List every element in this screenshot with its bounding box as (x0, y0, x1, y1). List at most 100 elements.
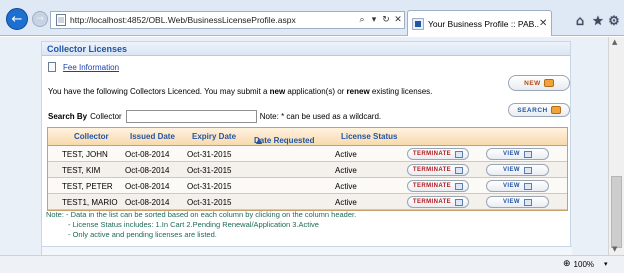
terminate-label: TERMINATE (412, 151, 452, 157)
browser-toolbar: ← → http://localhost:4852/OBL.Web/Busine… (0, 0, 624, 36)
cell-issued: Oct-08-2014 (125, 166, 170, 175)
view-label: VIEW (503, 183, 520, 189)
scroll-up-icon[interactable]: ▲ (612, 38, 617, 46)
table-row: TEST1, MARIO Oct-08-2014 Oct-31-2015 Active… (48, 194, 567, 210)
cell-expiry: Oct-31-2015 (187, 182, 232, 191)
view-button[interactable]: VIEW (486, 180, 549, 192)
cell-issued: Oct-08-2014 (125, 150, 170, 159)
terminate-label: TERMINATE (412, 183, 452, 189)
view-button[interactable]: VIEW (486, 164, 549, 176)
view-label: VIEW (503, 199, 520, 205)
panel-title: Collector Licenses (42, 42, 570, 56)
search-button[interactable]: SEARCH (508, 103, 570, 117)
magnifier-icon (523, 198, 532, 206)
zoom-level: 100% (573, 259, 595, 269)
tab-title: Your Business Profile :: PAB... (428, 18, 539, 29)
note-line: Note: - Data in the list can be sorted b… (46, 210, 357, 219)
cell-expiry: Oct-31-2015 (187, 198, 232, 207)
address-bar[interactable]: http://localhost:4852/OBL.Web/BusinessLi… (50, 11, 405, 29)
forward-icon[interactable]: → (32, 11, 48, 27)
fee-information-link[interactable]: Fee Information (63, 63, 119, 72)
tab-favicon-icon (412, 17, 424, 30)
terminate-button[interactable]: TERMINATE (407, 164, 469, 176)
close-icon (455, 150, 464, 158)
intro-suffix: existing licenses. (369, 87, 433, 96)
view-button[interactable]: VIEW (486, 196, 549, 208)
gear-icon[interactable]: ⚙ (606, 13, 622, 29)
date-requested-label: Date Requested (254, 136, 315, 145)
terminate-label: TERMINATE (412, 199, 452, 205)
magnifier-icon (523, 150, 532, 158)
page-content: Collector Licenses Fee Information NEW Y… (0, 37, 608, 255)
document-icon (48, 62, 56, 72)
collector-licenses-panel: Collector Licenses Fee Information NEW Y… (41, 41, 572, 255)
column-header-collector[interactable]: Collector (74, 132, 109, 141)
cell-collector: TEST, PETER (62, 182, 113, 191)
favorites-star-icon[interactable]: ★ (590, 13, 606, 29)
magnifier-icon (523, 182, 532, 190)
cell-status: Active (335, 150, 357, 159)
close-icon (455, 198, 464, 206)
note-line: - License Status includes: 1.In Cart 2.P… (68, 220, 319, 229)
dropdown-icon[interactable]: ▾ (368, 15, 380, 25)
scrollbar-thumb[interactable] (611, 176, 622, 248)
view-label: VIEW (503, 167, 520, 173)
url-text[interactable]: http://localhost:4852/OBL.Web/BusinessLi… (70, 15, 356, 25)
browser-tab[interactable]: Your Business Profile :: PAB... ✕ (407, 10, 552, 36)
terminate-label: TERMINATE (412, 167, 452, 173)
cell-issued: Oct-08-2014 (125, 182, 170, 191)
view-button[interactable]: VIEW (486, 148, 549, 160)
cell-status: Active (335, 198, 357, 207)
column-header-issued-date[interactable]: Issued Date (130, 132, 175, 141)
wildcard-note: Note: * can be used as a wildcard. (259, 112, 382, 121)
vertical-scrollbar[interactable]: ▲ ▼ (608, 37, 624, 255)
chevron-down-icon[interactable]: ▾ (604, 260, 608, 268)
search-by-label: Search By (48, 112, 88, 121)
fee-information: Fee Information (48, 62, 119, 72)
page-icon (54, 14, 68, 26)
cell-issued: Oct-08-2014 (125, 198, 170, 207)
search-button-label: SEARCH (517, 106, 548, 114)
sort-ascending-icon: ▲ (256, 136, 263, 145)
home-icon[interactable]: ⌂ (572, 13, 588, 29)
new-button-label: NEW (524, 79, 541, 87)
cell-collector: TEST1, MARIO (62, 198, 118, 207)
intro-text: You have the following Collectors Licenc… (48, 87, 432, 96)
terminate-button[interactable]: TERMINATE (407, 180, 469, 192)
new-document-icon (543, 79, 554, 87)
intro-renew: renew (346, 87, 370, 96)
search-icon[interactable]: ⌕ (356, 15, 368, 25)
terminate-button[interactable]: TERMINATE (407, 196, 469, 208)
column-header-expiry-date[interactable]: Expiry Date (192, 132, 236, 141)
status-bar: ⊕ 100% ▾ (0, 255, 624, 273)
cell-expiry: Oct-31-2015 (187, 150, 232, 159)
search-row: Search By Collector Note: * can be used … (48, 110, 381, 123)
scroll-down-icon[interactable]: ▼ (612, 245, 617, 253)
zoom-control[interactable]: ⊕ 100% ▾ (563, 259, 608, 269)
table-row: TEST, KIM Oct-08-2014 Oct-31-2015 Active TER… (48, 162, 567, 178)
column-header-license-status[interactable]: License Status (341, 132, 397, 141)
collector-search-input[interactable] (125, 110, 257, 123)
collector-licenses-table: Collector Issued Date Expiry Date Date R… (47, 127, 568, 211)
intro-mid: application(s) or (285, 87, 347, 96)
cell-expiry: Oct-31-2015 (187, 166, 232, 175)
new-button[interactable]: NEW (508, 75, 570, 91)
close-icon (455, 166, 464, 174)
cell-status: Active (335, 182, 357, 191)
back-icon[interactable]: ← (6, 8, 28, 30)
stop-icon[interactable]: ✕ (392, 15, 404, 25)
terminate-button[interactable]: TERMINATE (407, 148, 469, 160)
magnifier-icon (523, 166, 532, 174)
collector-field-label: Collector (90, 112, 122, 121)
intro-prefix: You have the following Collectors Licenc… (48, 87, 270, 96)
table-row: TEST, JOHN Oct-08-2014 Oct-31-2015 Active TE… (48, 146, 567, 162)
refresh-icon[interactable]: ↻ (380, 15, 392, 25)
note-line: - Only active and pending licenses are l… (68, 230, 217, 239)
intro-new: new (269, 87, 286, 96)
close-icon (455, 182, 464, 190)
cell-collector: TEST, KIM (62, 166, 101, 175)
tab-close-icon[interactable]: ✕ (539, 18, 551, 29)
table-header: Collector Issued Date Expiry Date Date R… (48, 128, 567, 146)
cell-status: Active (335, 166, 357, 175)
cell-collector: TEST, JOHN (62, 150, 108, 159)
